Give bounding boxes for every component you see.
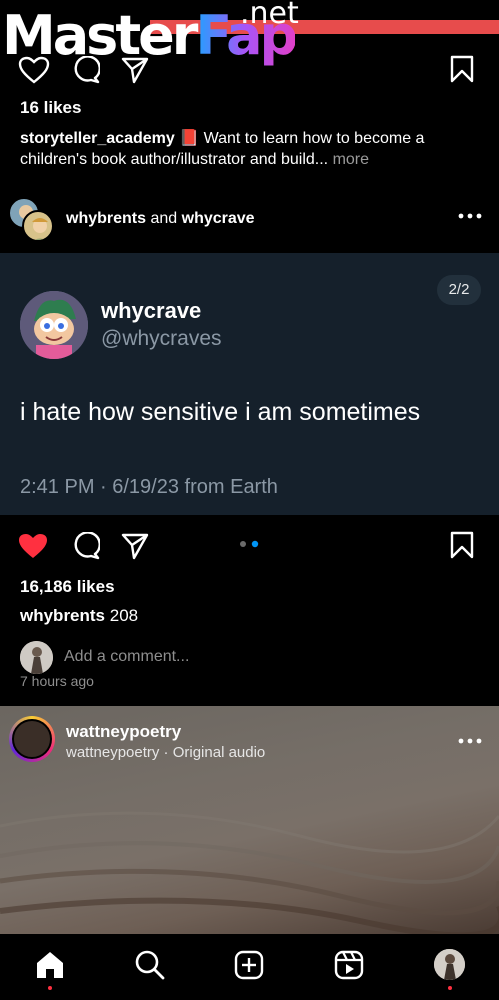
comment-text: 208 [109, 606, 139, 625]
bookmark-icon[interactable] [449, 55, 475, 83]
more-options-icon[interactable] [458, 738, 482, 744]
tweet-avatar [20, 291, 88, 359]
reel-author-avatar[interactable] [9, 716, 55, 762]
home-icon[interactable] [35, 950, 65, 980]
home-notification-dot [48, 986, 52, 990]
watermark-suffix: .net [240, 0, 299, 31]
caption-emoji: 📕 [179, 130, 200, 147]
carousel-page-indicator: 2/2 [437, 275, 481, 305]
heart-icon[interactable] [18, 56, 50, 84]
tweet-timestamp: 2:41 PM · 6/19/23 from Earth [20, 476, 278, 498]
caption-username[interactable]: storyteller_academy [20, 130, 175, 147]
watermark-brand-second: Fap [195, 4, 298, 67]
post2-likes[interactable]: 16,186 likes [20, 577, 115, 597]
share-icon[interactable] [120, 532, 150, 560]
profile-avatar[interactable] [434, 949, 465, 980]
create-icon[interactable] [234, 950, 264, 980]
post1-caption: storyteller_academy 📕 Want to learn how … [20, 128, 480, 170]
caption-more-link[interactable]: more [333, 151, 369, 168]
tweet-body: i hate how sensitive i am sometimes [20, 398, 421, 426]
post2-author-line: whybrents and whycrave [66, 210, 255, 228]
collab-user-1[interactable]: whybrents [66, 210, 146, 227]
watermark-bar [150, 20, 499, 34]
tweet-display-name: whycrave [101, 298, 202, 323]
comment-username[interactable]: whybrents [20, 606, 105, 625]
post1-likes[interactable]: 16 likes [20, 98, 81, 118]
post-time-ago: 7 hours ago [20, 673, 94, 689]
current-user-avatar [20, 641, 53, 674]
comment-icon[interactable] [70, 532, 100, 560]
collab-and: and [150, 210, 178, 227]
avatar-whycrave[interactable] [22, 210, 54, 242]
tweet-handle: @whycraves [101, 327, 222, 350]
reel-audio-label[interactable]: wattneypoetry · Original audio [66, 744, 265, 761]
comment-preview[interactable]: whybrents 208 [20, 606, 138, 626]
bookmark-icon[interactable] [449, 531, 475, 559]
share-icon[interactable] [120, 56, 150, 84]
profile-avatar-image [434, 949, 465, 980]
collab-user-2[interactable]: whycrave [182, 210, 255, 227]
more-options-icon[interactable] [458, 213, 482, 219]
bottom-nav [0, 934, 499, 1000]
current-user-avatar-image [20, 641, 53, 674]
carousel-dots [240, 540, 259, 548]
search-icon[interactable] [135, 950, 165, 980]
reel-author-avatar-image [12, 719, 52, 759]
add-comment-input[interactable]: Add a comment... [64, 648, 189, 666]
tweet-avatar-image [20, 291, 88, 359]
comment-icon[interactable] [70, 56, 100, 84]
heart-filled-icon[interactable] [17, 532, 49, 560]
avatar-image [32, 218, 48, 240]
reel-username[interactable]: wattneypoetry [66, 722, 181, 742]
profile-notification-dot [448, 986, 452, 990]
reels-icon[interactable] [334, 950, 364, 980]
